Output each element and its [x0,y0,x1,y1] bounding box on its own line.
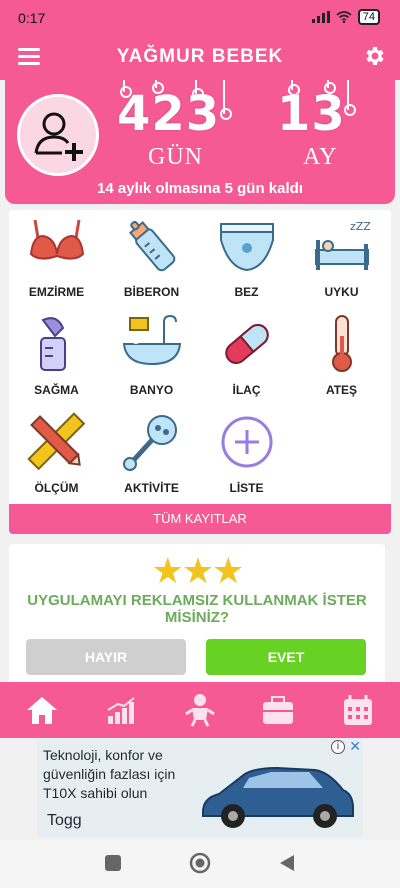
breast-pump-icon [39,317,66,371]
tile-label: İLAÇ [232,383,261,397]
tile-label: BANYO [129,383,174,397]
tile-breastfeeding[interactable]: EMZİRME [9,212,104,310]
bottom-nav [0,682,400,738]
car-image [202,766,354,828]
ruler-pencil-icon [26,412,85,471]
tile-bath[interactable]: BANYO [104,310,199,408]
tile-medicine[interactable]: İLAÇ [199,310,294,408]
tile-label: SAĞMA [34,383,79,397]
diaper-icon [219,223,274,272]
baby-bottle-icon [128,220,175,272]
tile-activity[interactable]: AKTİVİTE [104,408,199,506]
star-rating-icon: ★★★ [151,550,245,591]
pill-icon [224,324,269,364]
status-bar: 0:17 74 [0,0,400,34]
tile-fever[interactable]: ATEŞ [294,310,389,408]
bra-icon [29,219,84,260]
ad-banner[interactable]: Teknoloji, konfor ve güvenliğin fazlası … [37,738,363,838]
bathtub-icon [122,314,181,366]
add-user-icon [34,112,83,161]
ad-info-icon[interactable]: i [331,740,345,754]
tile-measurement[interactable]: ÖLÇÜM [9,408,104,506]
yes-button[interactable]: EVET [206,639,366,675]
activity-grid: EMZİRME BİBERON BEZ zZZ UYKU SAĞMA BANYO… [9,210,391,534]
app-title: YAĞMUR BEBEK [116,46,284,67]
signal-icon [311,11,330,23]
tile-bottle[interactable]: BİBERON [104,212,199,310]
ad-brand: Togg [47,812,82,829]
months-unit: AY [303,144,338,170]
wifi-icon [336,11,352,23]
add-baby-button[interactable] [17,94,99,176]
days-count: 423 [117,86,221,142]
thermometer-icon [331,315,352,372]
baby-icon[interactable] [182,692,218,728]
ad-text: Teknoloji, konfor ve güvenliğin fazlası … [43,747,176,801]
medical-bag-icon[interactable] [260,692,296,728]
tile-list[interactable]: LİSTE [199,408,294,506]
months-count: 13 [277,86,346,142]
tile-label: EMZİRME [28,285,85,299]
calendar-icon[interactable] [340,692,376,728]
ad-close-icon[interactable]: ✕ [349,738,361,755]
tile-sleep[interactable]: zZZ UYKU [294,212,389,310]
next-month-countdown: 14 aylık olmasına 5 gün kaldı [97,180,303,197]
gear-icon[interactable] [362,44,386,68]
ad-free-question: UYGULAMAYI REKLAMSIZ KULLANMAK İSTER MİS… [27,592,367,626]
no-button[interactable]: HAYIR [26,639,186,675]
back-icon[interactable] [278,854,296,872]
tile-label: ATEŞ [325,383,358,397]
tile-label: BİBERON [123,285,180,299]
all-records-button[interactable]: TÜM KAYITLAR [9,504,391,534]
battery-icon: 74 [357,9,380,25]
ad-free-promo: ★★★ UYGULAMAYI REKLAMSIZ KULLANMAK İSTER… [9,544,385,684]
system-nav-bar [0,840,400,888]
sleep-bed-icon: zZZ [314,220,371,270]
growth-chart-icon[interactable] [102,692,138,728]
status-icons: 74 [311,9,380,25]
plus-circle-icon [221,416,272,468]
recents-icon[interactable] [104,854,122,872]
days-unit: GÜN [148,144,203,170]
age-summary: 423 GÜN 13 AY 14 aylık olmasına 5 gün ka… [5,80,395,204]
tile-label: LİSTE [229,481,264,495]
rattle-icon [122,415,177,471]
app-bar: YAĞMUR BEBEK [0,34,400,80]
home-button-icon[interactable] [189,852,211,874]
tile-label: AKTİVİTE [124,481,179,495]
svg-text:zZZ: zZZ [350,220,371,233]
home-icon[interactable] [24,692,60,728]
tile-label: UYKU [324,285,359,299]
tile-diaper[interactable]: BEZ [199,212,294,310]
status-time: 0:17 [18,10,46,26]
tile-pumping[interactable]: SAĞMA [9,310,104,408]
tile-label: ÖLÇÜM [34,481,79,495]
tile-label: BEZ [234,285,259,299]
